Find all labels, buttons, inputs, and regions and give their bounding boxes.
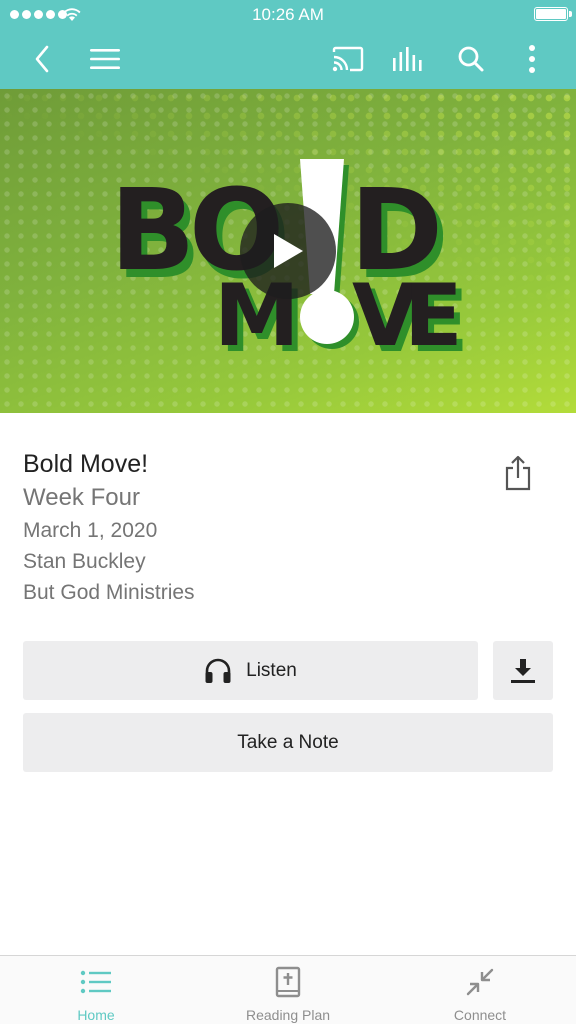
art-dot-o bbox=[300, 290, 354, 344]
listen-button[interactable]: Listen bbox=[23, 641, 478, 700]
status-bar: 10:26 AM bbox=[0, 0, 576, 30]
battery-icon bbox=[534, 7, 572, 21]
video-player[interactable]: B O D B O D M V E M V E bbox=[0, 89, 576, 413]
cast-button[interactable] bbox=[328, 39, 368, 79]
tab-label: Connect bbox=[453, 1007, 507, 1023]
cast-icon bbox=[332, 46, 364, 72]
message-ministry: But God Ministries bbox=[23, 581, 195, 604]
message-date: March 1, 2020 bbox=[23, 519, 158, 542]
nav-bar bbox=[0, 30, 576, 89]
search-button[interactable] bbox=[451, 39, 491, 79]
listen-label: Listen bbox=[246, 659, 297, 681]
tab-reading-plan[interactable]: Reading Plan bbox=[192, 956, 384, 1024]
audio-button[interactable] bbox=[389, 39, 429, 79]
download-icon bbox=[511, 658, 535, 683]
take-a-note-button[interactable]: Take a Note bbox=[23, 713, 553, 772]
search-icon bbox=[458, 46, 484, 72]
status-time: 10:26 AM bbox=[252, 5, 324, 24]
bible-icon bbox=[275, 966, 301, 998]
play-icon bbox=[274, 234, 303, 268]
headphones-icon bbox=[205, 658, 231, 683]
take-a-note-label: Take a Note bbox=[237, 731, 339, 753]
chevron-left-icon bbox=[35, 45, 49, 73]
message-title: Bold Move! bbox=[23, 450, 149, 478]
art-letter: B bbox=[110, 166, 195, 296]
connect-arrows-icon bbox=[466, 968, 494, 996]
hamburger-menu-icon bbox=[90, 49, 120, 69]
share-icon bbox=[505, 455, 531, 491]
list-icon bbox=[80, 970, 111, 994]
back-button[interactable] bbox=[22, 39, 62, 79]
tab-label: Home bbox=[77, 1007, 115, 1023]
share-button[interactable] bbox=[498, 452, 538, 494]
message-series: Week Four bbox=[23, 484, 140, 511]
more-options-button[interactable] bbox=[512, 39, 552, 79]
tab-bar: Home Reading Plan Connect bbox=[0, 955, 576, 1024]
download-button[interactable] bbox=[493, 641, 553, 700]
menu-button[interactable] bbox=[85, 39, 125, 79]
tab-connect[interactable]: Connect bbox=[384, 956, 576, 1024]
more-vertical-icon bbox=[529, 45, 535, 73]
tab-label: Reading Plan bbox=[245, 1007, 331, 1023]
play-button[interactable] bbox=[240, 203, 336, 299]
message-speaker: Stan Buckley bbox=[23, 550, 146, 573]
message-details: Bold Move! Week Four March 1, 2020 Stan … bbox=[23, 448, 483, 608]
audio-bars-icon bbox=[393, 47, 422, 71]
tab-home[interactable]: Home bbox=[0, 956, 192, 1024]
header-bar: 10:26 AM bbox=[0, 0, 576, 89]
art-letter: E bbox=[404, 266, 463, 366]
